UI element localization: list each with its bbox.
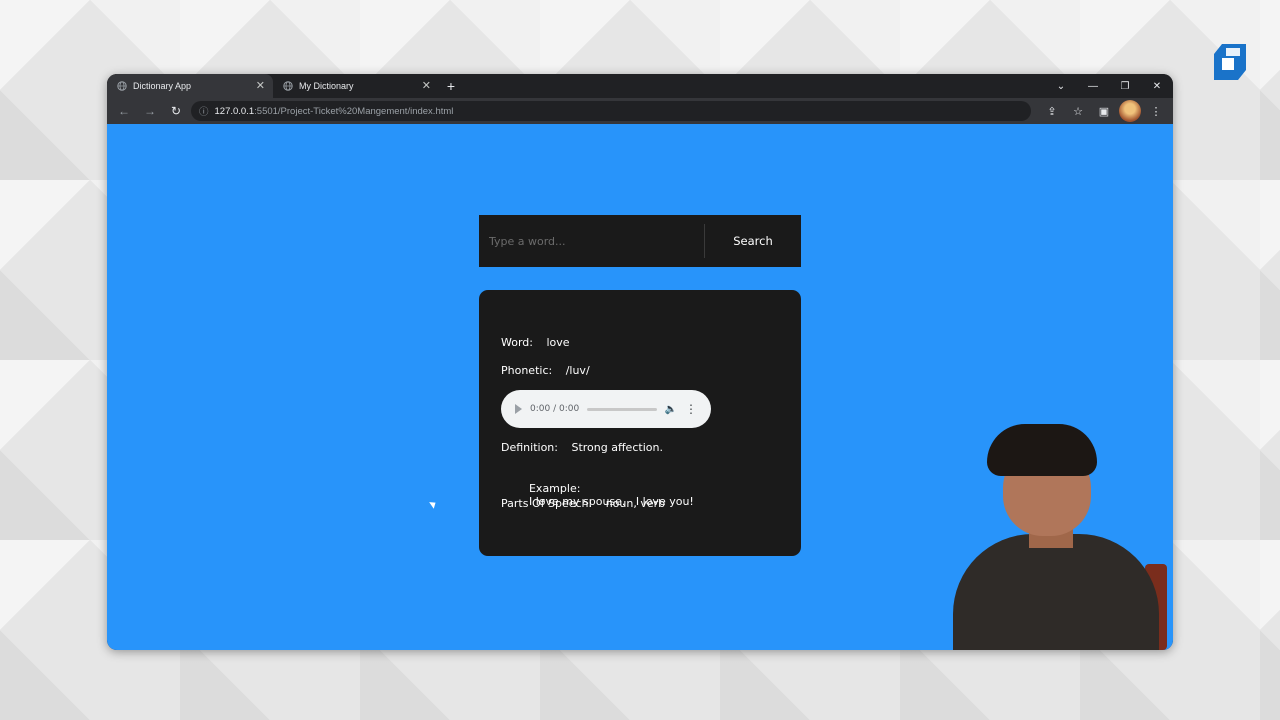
address-bar[interactable]: ⓘ 127.0.0.1:5501/Project-Ticket%20Mangem… (191, 101, 1031, 121)
share-icon[interactable]: ⇪ (1041, 100, 1063, 122)
pos-row: Parts Of Speech: noun, verb (501, 497, 665, 510)
definition-value: Strong affection. (571, 441, 663, 454)
audio-time: 0:00 / 0:00 (530, 404, 580, 414)
phonetic-value: /luv/ (565, 364, 590, 377)
search-input[interactable] (479, 215, 704, 267)
pos-label: Parts Of Speech: (501, 497, 593, 510)
info-icon[interactable]: ⓘ (199, 104, 209, 118)
search-bar: Search (479, 215, 801, 267)
example-label: Example: (528, 482, 581, 495)
phonetic-label: Phonetic: (501, 364, 553, 377)
menu-icon[interactable]: ⋮ (1145, 100, 1167, 122)
address-host: 127.0.0.1 (214, 105, 255, 117)
pos-value: noun, verb (605, 497, 666, 510)
restore-button[interactable]: ❐ (1109, 81, 1141, 92)
audio-progress[interactable] (587, 407, 657, 411)
tab-label: My Dictionary (299, 81, 354, 91)
close-window-button[interactable]: ✕ (1141, 81, 1173, 92)
browser-toolbar: ← → ↻ ⓘ 127.0.0.1:5501/Project-Ticket%20… (107, 98, 1173, 124)
tab-my-dictionary[interactable]: My Dictionary ✕ (273, 74, 439, 98)
mouse-cursor (429, 499, 438, 509)
word-value: love (546, 336, 570, 349)
logo-icon (1214, 44, 1246, 80)
globe-icon (283, 81, 293, 91)
word-label: Word: (501, 336, 533, 349)
audio-player[interactable]: 0:00 / 0:00 🔈 ⋮ (501, 390, 711, 428)
word-row: Word: love (501, 336, 570, 349)
definition-row: Definition: Strong affection. (501, 441, 663, 454)
tab-strip: Dictionary App ✕ My Dictionary ✕ + ⌄ — ❐… (107, 74, 1173, 98)
tab-search-button[interactable]: ⌄ (1045, 81, 1077, 92)
presenter-torso (953, 534, 1159, 650)
example-row: Example: I love my spouse. I love you! (501, 469, 694, 521)
plus-icon[interactable]: + (439, 74, 463, 98)
result-card: Word: love Phonetic: /luv/ 0:00 / 0:00 🔈… (479, 290, 801, 556)
definition-label: Definition: (501, 441, 558, 454)
reload-icon[interactable]: ↻ (165, 100, 187, 122)
profile-icon[interactable] (1119, 100, 1141, 122)
more-icon[interactable]: ⋮ (685, 403, 697, 415)
forward-icon[interactable]: → (139, 100, 161, 122)
play-icon[interactable] (515, 404, 522, 414)
tab-label: Dictionary App (133, 81, 192, 91)
page-viewport: Search Word: love Phonetic: /luv/ 0:00 /… (107, 124, 1173, 650)
star-icon[interactable]: ☆ (1067, 100, 1089, 122)
search-button[interactable]: Search (705, 215, 801, 267)
close-icon[interactable]: ✕ (256, 80, 265, 92)
volume-icon[interactable]: 🔈 (665, 404, 677, 415)
sidebar-icon[interactable]: ▣ (1093, 100, 1115, 122)
webcam-overlay (945, 424, 1173, 650)
phonetic-row: Phonetic: /luv/ (501, 364, 590, 377)
address-path: :5501/Project-Ticket%20Mangement/index.h… (254, 105, 454, 117)
browser-window: Dictionary App ✕ My Dictionary ✕ + ⌄ — ❐… (107, 74, 1173, 650)
window-controls: ⌄ — ❐ ✕ (1045, 74, 1173, 98)
tab-dictionary-app[interactable]: Dictionary App ✕ (107, 74, 273, 98)
globe-icon (117, 81, 127, 91)
close-icon[interactable]: ✕ (422, 80, 431, 92)
back-icon[interactable]: ← (113, 100, 135, 122)
presenter-hair (987, 424, 1097, 476)
minimize-button[interactable]: — (1077, 81, 1109, 92)
